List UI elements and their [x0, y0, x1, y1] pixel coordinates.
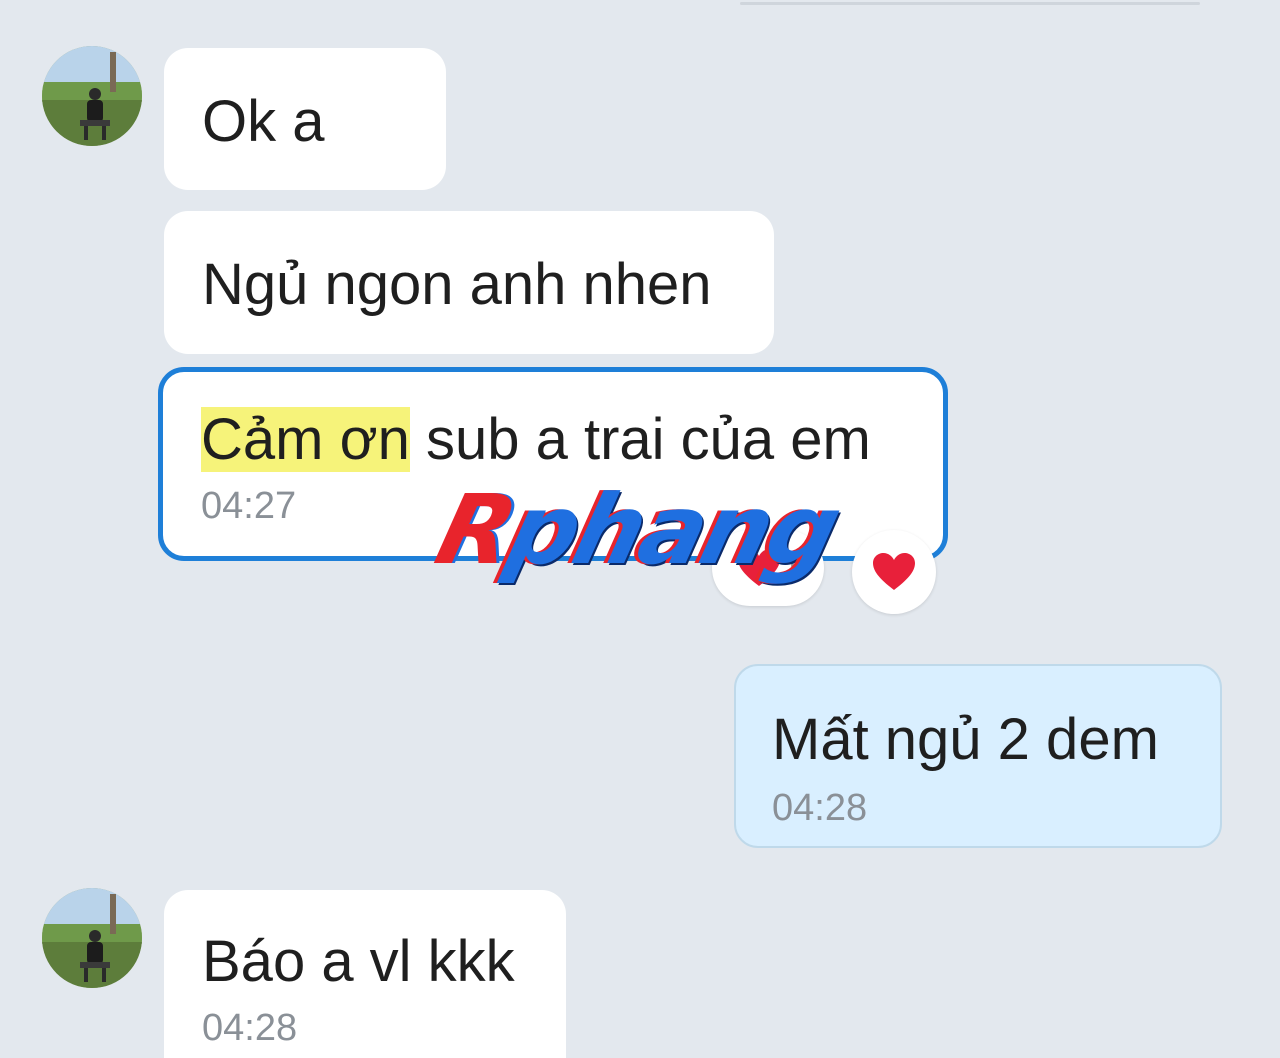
avatar-photo-icon [42, 888, 142, 988]
message-timestamp: 04:28 [202, 1007, 298, 1049]
watermark-logo: Rphang [426, 474, 849, 586]
top-divider [740, 2, 1200, 5]
avatar-photo-icon [42, 46, 142, 146]
message-bubble-incoming[interactable]: Ngủ ngon anh nhen [164, 211, 774, 354]
contact-avatar[interactable] [42, 888, 142, 988]
message-text: Cảm ơn sub a trai của em [201, 407, 943, 472]
highlighted-text: Cảm ơn [201, 407, 410, 472]
message-bubble-incoming[interactable]: Ok a [164, 48, 446, 190]
heart-icon [873, 553, 915, 590]
message-text: Ok a [202, 89, 325, 154]
add-reaction-button[interactable] [852, 530, 936, 614]
message-bubble-incoming[interactable]: Báo a vl kkk 04:28 [164, 890, 566, 1058]
message-timestamp: 04:28 [772, 787, 868, 829]
message-text: Báo a vl kkk [202, 929, 515, 994]
message-bubble-outgoing[interactable]: Mất ngủ 2 dem 04:28 [734, 664, 1222, 848]
contact-avatar[interactable] [42, 46, 142, 146]
message-text-rest: sub a trai của em [409, 407, 871, 472]
message-text: Ngủ ngon anh nhen [202, 252, 712, 317]
message-text: Mất ngủ 2 dem [772, 707, 1159, 772]
